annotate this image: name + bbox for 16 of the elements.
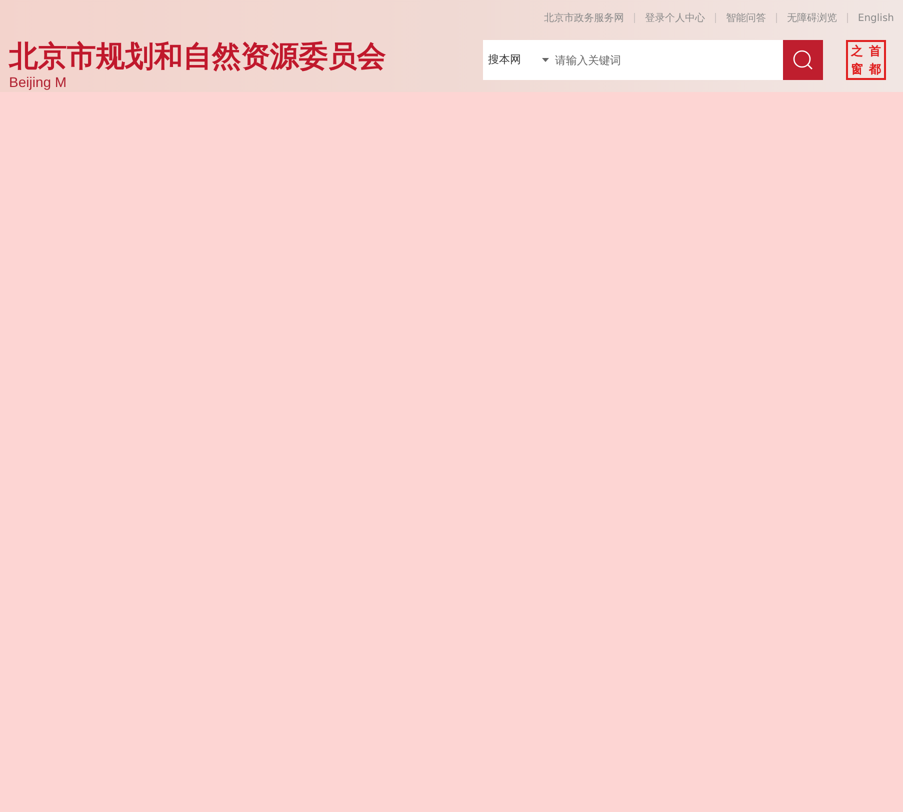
search-icon <box>792 49 814 71</box>
search-field[interactable]: 请输入关键词 <box>555 40 783 80</box>
logo-character: 首 <box>868 43 882 60</box>
top-link[interactable]: 智能问答 <box>726 10 766 26</box>
caret-icon <box>542 58 549 62</box>
scope-dropdown[interactable]: 搜本网 <box>483 40 555 80</box>
top-link[interactable]: 登录个人中心 <box>644 10 705 26</box>
top-link[interactable]: 北京市政务服务网 <box>544 10 624 26</box>
logo-character: 窗 <box>850 61 864 78</box>
search-button[interactable] <box>783 40 823 80</box>
logo-character: 都 <box>868 61 882 78</box>
logo-character: 之 <box>850 43 864 60</box>
top-link[interactable]: 无障碍浏览 <box>786 10 837 26</box>
top-link[interactable]: English <box>858 10 894 26</box>
site-title: 北京市规划和自然资源委员会 <box>9 38 386 74</box>
site-subtitle: Beijing M <box>9 74 68 90</box>
